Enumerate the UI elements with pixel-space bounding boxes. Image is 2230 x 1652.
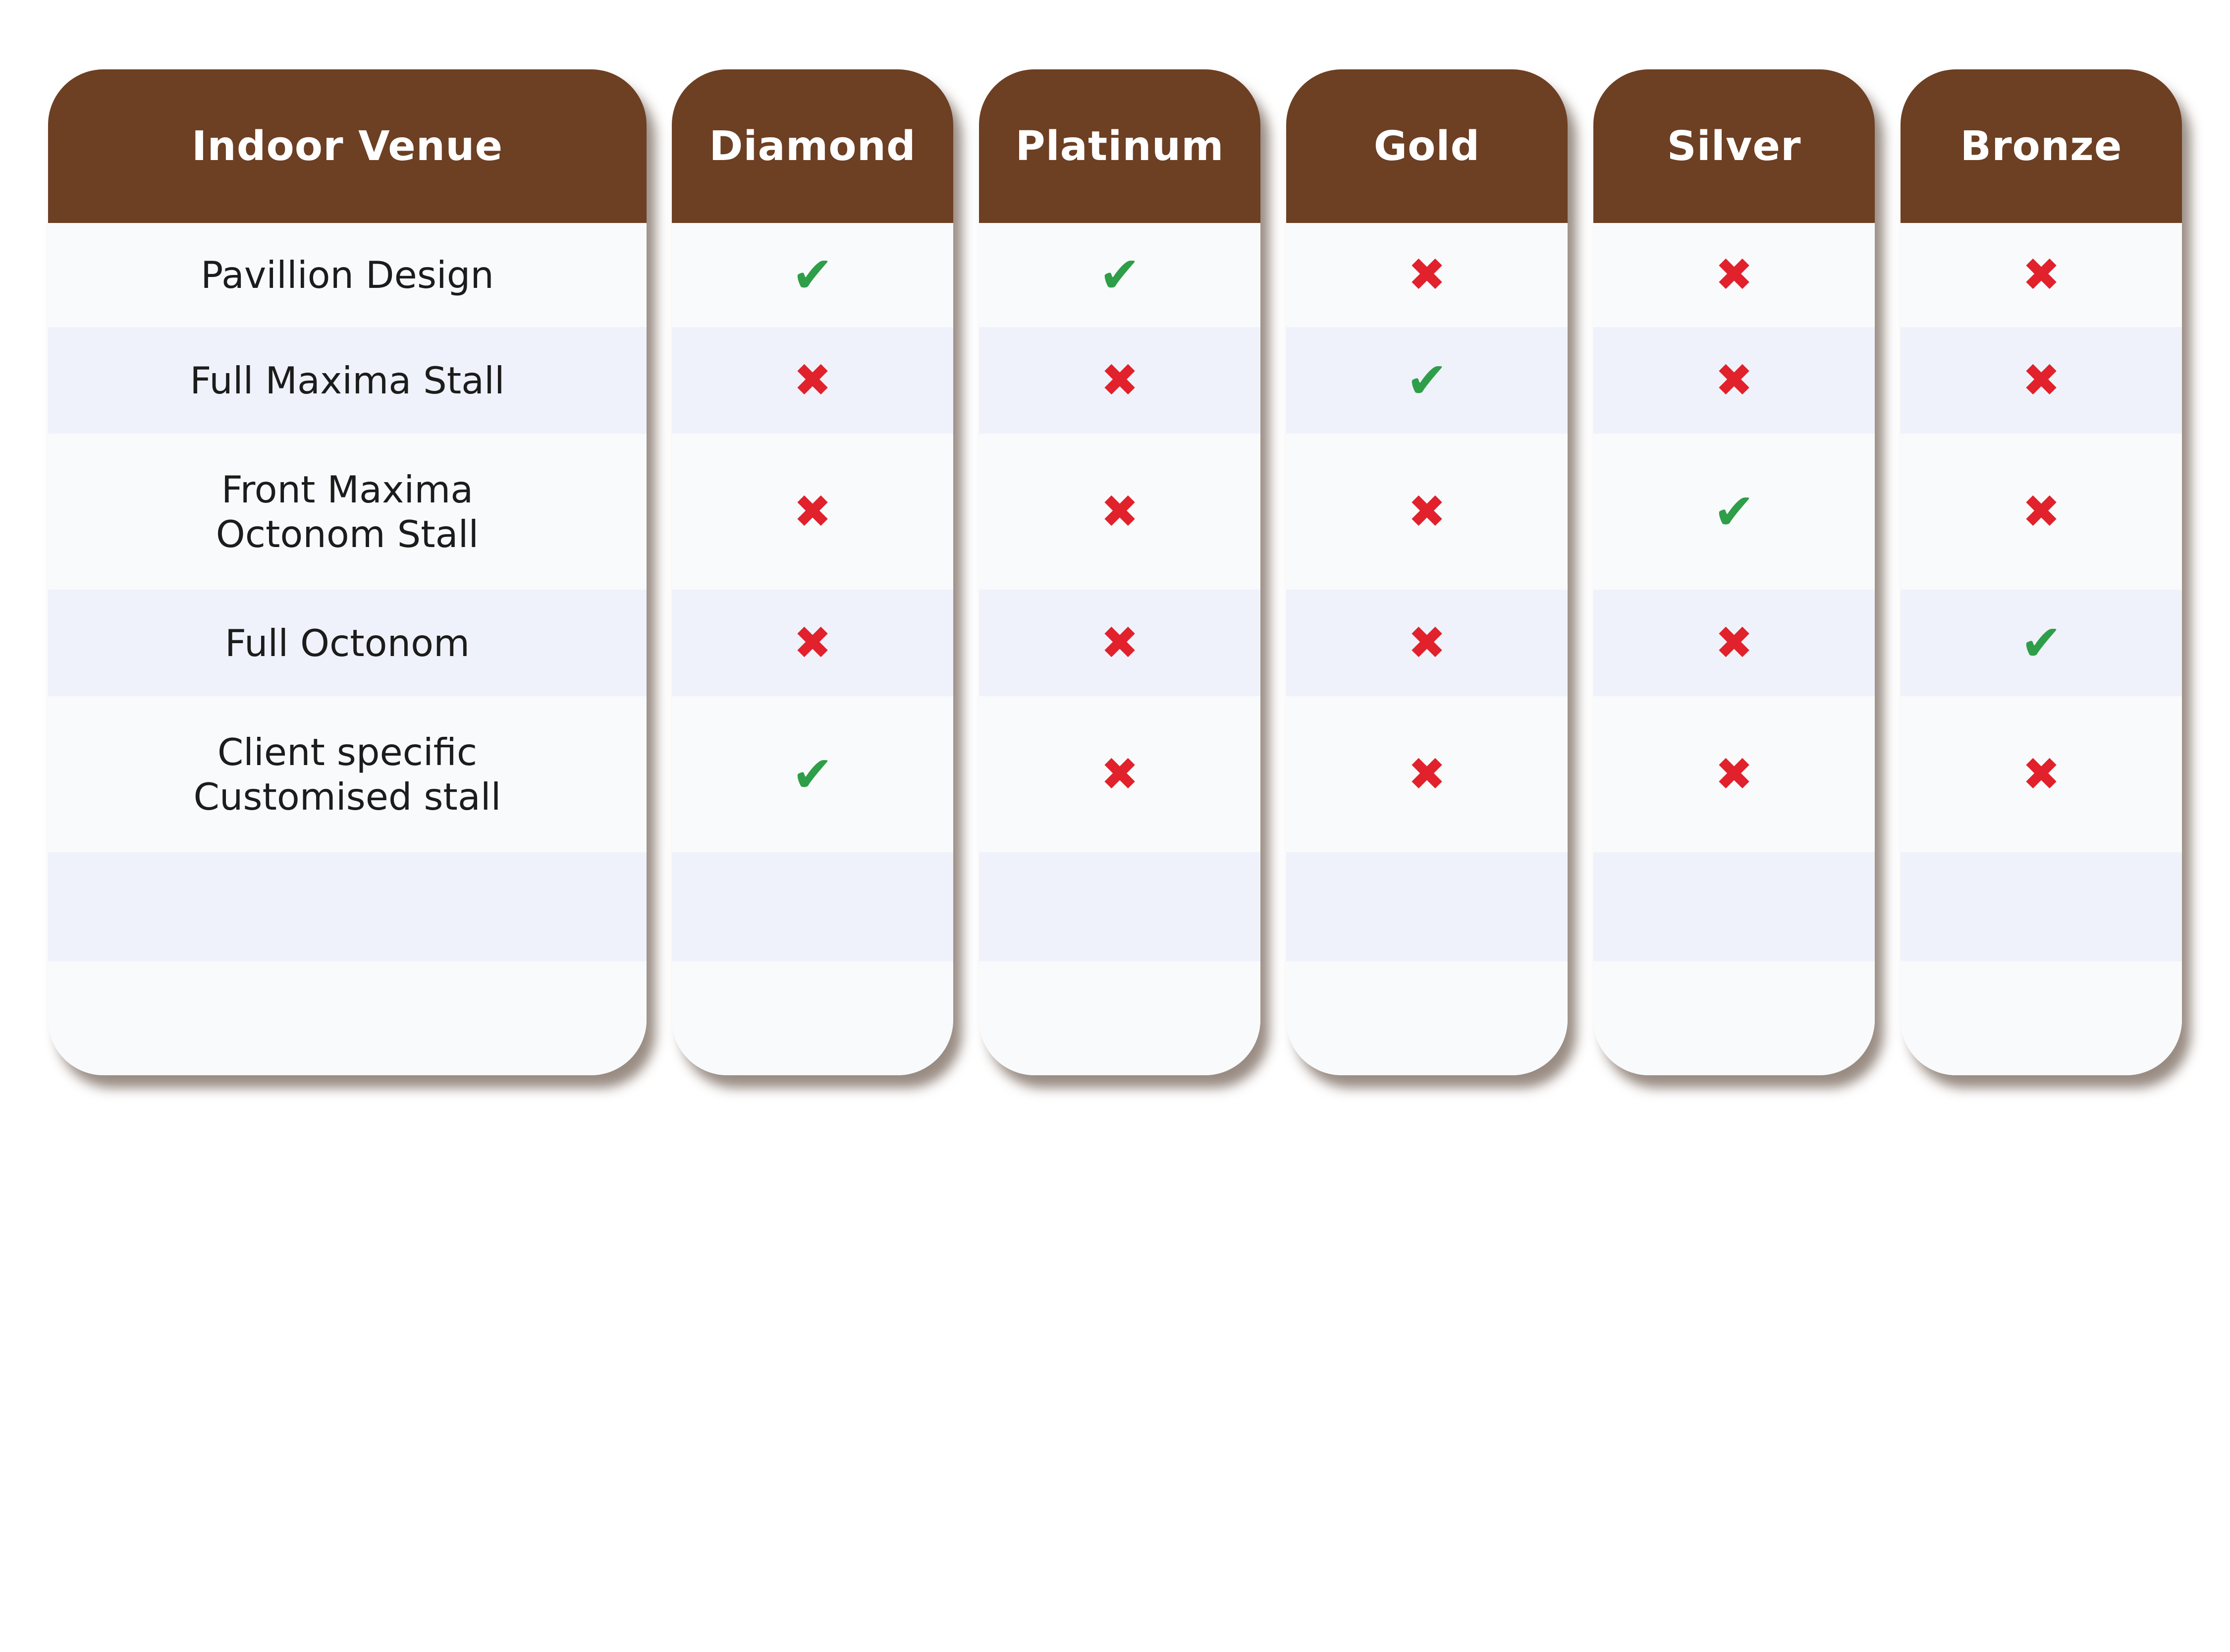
cell: ✖ <box>979 590 1260 696</box>
tier-column-gold: Gold ✖ ✔ ✖ ✖ ✖ <box>1286 69 1568 1075</box>
empty-row <box>48 852 647 961</box>
cross-icon: ✖ <box>1408 616 1446 669</box>
cross-icon: ✖ <box>793 485 832 538</box>
feature-row-5: Client specific Customised stall <box>48 696 647 852</box>
cell: ✔ <box>672 223 953 327</box>
cross-icon: ✖ <box>1100 485 1139 538</box>
feature-column-header: Indoor Venue <box>48 69 647 223</box>
tier-header-bronze: Bronze <box>1901 69 2182 223</box>
cross-icon: ✖ <box>2022 485 2061 538</box>
cell: ✔ <box>979 223 1260 327</box>
feature-row-4: Full Octonom <box>48 590 647 696</box>
empty-row <box>1593 961 1875 1075</box>
check-icon: ✔ <box>792 745 833 803</box>
tier-column-platinum: Platinum ✔ ✖ ✖ ✖ ✖ <box>979 69 1260 1075</box>
cross-icon: ✖ <box>2022 353 2061 407</box>
empty-row <box>979 852 1260 961</box>
cross-icon: ✖ <box>1715 616 1753 669</box>
cell: ✖ <box>1593 223 1875 327</box>
cross-icon: ✖ <box>793 616 832 669</box>
tier-header-diamond: Diamond <box>672 69 953 223</box>
cross-icon: ✖ <box>1100 616 1139 669</box>
cell: ✖ <box>1901 434 2182 590</box>
cell: ✔ <box>1901 590 2182 696</box>
check-icon: ✔ <box>1099 246 1141 304</box>
feature-label: Full Octonom <box>224 621 470 665</box>
feature-label: Full Maxima Stall <box>190 358 505 402</box>
check-icon: ✔ <box>792 246 833 304</box>
empty-row <box>1286 852 1568 961</box>
cell: ✖ <box>1286 223 1568 327</box>
cell: ✔ <box>1593 434 1875 590</box>
empty-row <box>1286 961 1568 1075</box>
check-icon: ✔ <box>2020 613 2062 672</box>
tier-header-platinum: Platinum <box>979 69 1260 223</box>
empty-row <box>48 961 647 1075</box>
cross-icon: ✖ <box>793 353 832 407</box>
feature-label: Pavillion Design <box>201 253 494 297</box>
cross-icon: ✖ <box>1715 747 1753 801</box>
feature-column: Indoor Venue Pavillion Design Full Maxim… <box>48 69 647 1075</box>
check-icon: ✔ <box>1713 482 1755 541</box>
feature-row-3: Front Maxima Octonom Stall <box>48 434 647 590</box>
cell: ✖ <box>979 696 1260 852</box>
cell: ✖ <box>1593 590 1875 696</box>
cell: ✖ <box>1901 327 2182 434</box>
cell: ✖ <box>1593 696 1875 852</box>
empty-row <box>672 852 953 961</box>
feature-row-1: Pavillion Design <box>48 223 647 327</box>
check-icon: ✔ <box>1406 351 1448 409</box>
feature-row-2: Full Maxima Stall <box>48 327 647 434</box>
cell: ✖ <box>672 434 953 590</box>
cross-icon: ✖ <box>1100 353 1139 407</box>
cross-icon: ✖ <box>2022 747 2061 801</box>
tier-header-silver: Silver <box>1593 69 1875 223</box>
tier-column-bronze: Bronze ✖ ✖ ✖ ✔ ✖ <box>1901 69 2182 1075</box>
cross-icon: ✖ <box>1408 747 1446 801</box>
tier-header-gold: Gold <box>1286 69 1568 223</box>
cross-icon: ✖ <box>1408 485 1446 538</box>
cell: ✖ <box>672 590 953 696</box>
cross-icon: ✖ <box>1408 248 1446 301</box>
cell: ✔ <box>1286 327 1568 434</box>
feature-label: Front Maxima Octonom Stall <box>216 467 479 556</box>
cell: ✖ <box>1286 590 1568 696</box>
cross-icon: ✖ <box>2022 248 2061 301</box>
empty-row <box>672 961 953 1075</box>
cross-icon: ✖ <box>1715 248 1753 301</box>
cross-icon: ✖ <box>1715 353 1753 407</box>
tier-column-diamond: Diamond ✔ ✖ ✖ ✖ ✔ <box>672 69 953 1075</box>
empty-row <box>1593 852 1875 961</box>
feature-label: Client specific Customised stall <box>193 730 501 819</box>
tier-column-silver: Silver ✖ ✖ ✔ ✖ ✖ <box>1593 69 1875 1075</box>
cell: ✖ <box>979 434 1260 590</box>
cell: ✖ <box>1286 696 1568 852</box>
cell: ✔ <box>672 696 953 852</box>
cell: ✖ <box>672 327 953 434</box>
empty-row <box>1901 852 2182 961</box>
empty-row <box>1901 961 2182 1075</box>
cross-icon: ✖ <box>1100 747 1139 801</box>
cell: ✖ <box>1286 434 1568 590</box>
empty-row <box>979 961 1260 1075</box>
cell: ✖ <box>1901 696 2182 852</box>
cell: ✖ <box>1593 327 1875 434</box>
cell: ✖ <box>1901 223 2182 327</box>
cell: ✖ <box>979 327 1260 434</box>
